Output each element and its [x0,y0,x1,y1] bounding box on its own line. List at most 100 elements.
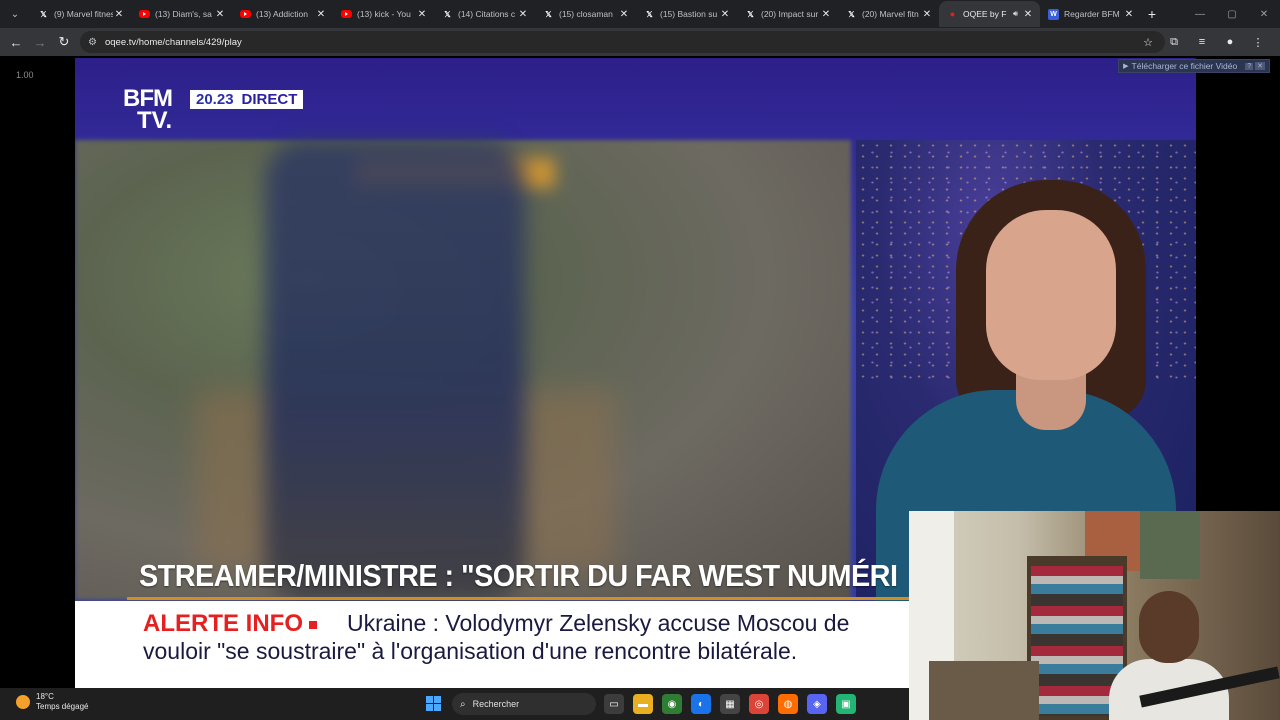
menu-icon[interactable]: ⋮ [1244,36,1272,49]
window-controls: — ▢ ✕ [1184,0,1280,28]
nvidia-icon[interactable]: ◉ [662,694,682,714]
minimize-button[interactable]: — [1184,9,1216,20]
maximize-button[interactable]: ▢ [1216,9,1248,20]
tab-close-button[interactable]: ✕ [618,9,630,20]
tab-title: Regarder BFM [1064,9,1120,19]
chevron-down-icon: ⌄ [10,8,20,20]
blurred-footage [75,140,851,600]
tab-close-button[interactable]: ✕ [113,9,125,20]
extensions-icon[interactable]: ⧉ [1160,36,1188,49]
tab-close-button[interactable]: ✕ [719,9,731,20]
browser-tab[interactable]: ● OQEE by F 🔊︎ ✕ [939,1,1040,27]
news-headline: STREAMER/MINISTRE : "SORTIR DU FAR WEST … [139,558,898,593]
store-icon[interactable]: ▦ [720,694,740,714]
tab-close-button[interactable]: ✕ [921,9,933,20]
browser-tab[interactable]: 𝕏 (9) Marvel fitness ✕ [30,1,131,27]
url-text: oqee.tv/home/channels/429/play [104,36,242,48]
back-button[interactable]: ← [4,35,28,50]
reload-button[interactable]: ↻ [52,34,76,50]
youtube-icon [139,10,150,18]
forward-button[interactable]: → [28,35,52,50]
download-video-button[interactable]: ▶ Télécharger ce fichier Vidéo ? ✕ [1118,59,1270,73]
live-label: DIRECT [241,91,298,108]
browser-tab[interactable]: (13) Addiction ✕ [232,1,333,27]
tab-title: (15) Bastion su [660,9,718,19]
tab-close-button[interactable]: ✕ [315,9,327,20]
oqee-icon: ● [949,9,956,19]
play-icon: ▶ [1123,63,1129,70]
tab-title: (14) Citations c [458,9,516,19]
tab-close-button[interactable]: ✕ [517,9,529,20]
w-icon: W [1048,8,1059,20]
browser-tab[interactable]: (13) Diam's, sa ✕ [131,1,232,27]
chrome-icon[interactable]: ◎ [749,694,769,714]
help-icon[interactable]: ? [1245,62,1254,70]
tab-title: (13) kick - You [357,9,411,19]
app-icon[interactable]: ▣ [836,694,856,714]
weather-widget[interactable]: 18°C Temps dégagé [16,692,88,712]
alert-square-icon [309,620,317,629]
discord-icon[interactable]: ◈ [807,694,827,714]
browser-toolbar: ← → ↻ ⚙ oqee.tv/home/channels/429/play ☆… [0,28,1280,56]
tab-title: (20) Impact sur [761,9,819,19]
tab-close-button[interactable]: ✕ [416,9,428,20]
ticker-line-2: vouloir "se soustraire" à l'organisation… [143,638,798,664]
close-icon[interactable]: ✕ [1255,62,1265,70]
browser-tab[interactable]: 𝕏 (15) closaman ✕ [535,1,636,27]
tab-title: (13) Addiction [256,9,308,19]
taskbar-search[interactable]: ⌕ Rechercher [452,693,596,715]
tab-list: 𝕏 (9) Marvel fitness ✕ (13) Diam's, sa ✕ (13)… [30,0,1141,28]
live-clock-badge: 20.23 DIRECT [190,90,304,109]
task-view-icon[interactable]: ▭ [604,694,624,714]
youtube-icon [341,10,352,18]
tab-close-button[interactable]: ✕ [1022,9,1034,20]
tab-title: (20) Marvel fitn [862,9,919,19]
x-icon: 𝕏 [848,9,855,19]
x-icon: 𝕏 [545,9,552,19]
youtube-icon [240,10,251,18]
tab-search-button[interactable]: ⌄ [4,3,26,25]
temperature: 18°C [36,692,54,701]
browser-tab-strip: ⌄ 𝕏 (9) Marvel fitness ✕ (13) Diam's, sa ✕ (1… [0,0,1280,28]
weather-sun-icon [16,695,30,709]
tab-title: (13) Diam's, sa [155,9,212,19]
x-icon: 𝕏 [40,9,47,19]
browser-tab[interactable]: 𝕏 (20) Marvel fitn ✕ [838,1,939,27]
browser-tab[interactable]: (13) kick - You ✕ [333,1,434,27]
tab-title: OQEE by F [963,9,1007,19]
browser-tab[interactable]: 𝕏 (20) Impact sur ✕ [737,1,838,27]
toolbar-actions: ⧉ ≡ ● ⋮ [1160,28,1272,56]
browser-tab[interactable]: W Regarder BFM ✕ [1040,1,1141,27]
new-tab-button[interactable]: + [1141,6,1163,22]
media-controls-icon[interactable]: ≡ [1188,36,1216,48]
bookmark-star-icon[interactable]: ☆ [1143,36,1153,49]
start-button[interactable] [426,696,441,711]
firefox-icon[interactable]: ◍ [778,694,798,714]
tab-title: (15) closaman [559,9,613,19]
weather-condition: Temps dégagé [36,702,89,711]
edge-icon[interactable]: ◐ [691,694,711,714]
tab-close-button[interactable]: ✕ [820,9,832,20]
playback-speed: 1.00 [16,70,34,80]
address-bar[interactable]: ⚙ oqee.tv/home/channels/429/play ☆ [80,31,1165,53]
browser-tab[interactable]: 𝕏 (14) Citations c ✕ [434,1,535,27]
tab-title: (9) Marvel fitness [54,9,113,19]
x-icon: 𝕏 [747,9,754,19]
browser-tab[interactable]: 𝕏 (15) Bastion su ✕ [636,1,737,27]
webcam-overlay [909,511,1280,720]
file-explorer-icon[interactable]: ▬ [633,694,653,714]
ticker-line-1: Ukraine : Volodymyr Zelensky accuse Mosc… [347,610,850,636]
alert-label: ALERTE INFO [143,610,317,638]
close-window-button[interactable]: ✕ [1248,9,1280,20]
x-icon: 𝕏 [444,9,451,19]
channel-logo: BFM TV. [123,85,173,134]
profile-icon[interactable]: ● [1216,36,1244,48]
broadcast-time: 20.23 [196,91,234,108]
tab-close-button[interactable]: ✕ [1123,9,1135,20]
tab-close-button[interactable]: ✕ [214,9,226,20]
tab-audio-icon[interactable]: 🔊︎ [1013,9,1018,19]
pinned-apps: ▭ ▬ ◉ ◐ ▦ ◎ ◍ ◈ ▣ [604,694,865,714]
site-info-icon[interactable]: ⚙ [88,37,97,48]
search-icon: ⌕ [460,698,466,710]
x-icon: 𝕏 [646,9,653,19]
